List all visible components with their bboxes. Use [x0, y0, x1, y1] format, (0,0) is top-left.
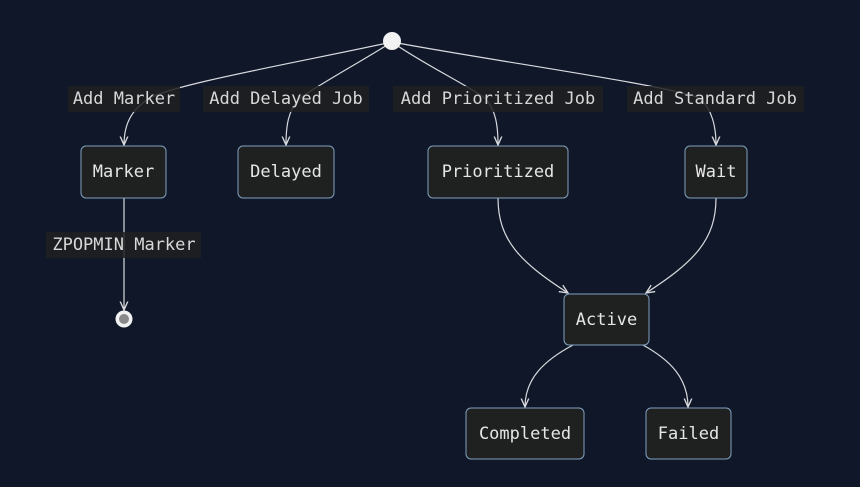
edge-label-zpopmin-marker-text: ZPOPMIN Marker: [52, 235, 195, 255]
state-prioritized-label: Prioritized: [442, 162, 555, 182]
edge-label-add-delayed-job: Add Delayed Job: [203, 86, 369, 112]
state-delayed-label: Delayed: [250, 162, 322, 182]
state-failed[interactable]: Failed: [645, 407, 732, 460]
edge-label-zpopmin-marker: ZPOPMIN Marker: [46, 232, 201, 258]
state-wait-label: Wait: [696, 162, 737, 182]
edge-label-add-standard-job-text: Add Standard Job: [633, 89, 797, 109]
end-state: [115, 310, 133, 328]
edge-label-add-marker: Add Marker: [68, 86, 180, 112]
edge-active-to-completed: [525, 344, 574, 407]
edge-prioritized-to-active: [497, 197, 568, 293]
state-marker[interactable]: Marker: [80, 145, 167, 199]
state-prioritized[interactable]: Prioritized: [427, 145, 569, 199]
state-delayed[interactable]: Delayed: [237, 145, 335, 199]
edge-label-add-standard-job: Add Standard Job: [627, 86, 804, 112]
state-marker-label: Marker: [93, 162, 154, 182]
edge-label-add-delayed-job-text: Add Delayed Job: [209, 89, 363, 109]
edge-active-to-failed: [642, 344, 688, 407]
edge-wait-to-active: [646, 197, 717, 293]
edge-label-add-prioritized-job: Add Prioritized Job: [393, 86, 603, 112]
state-completed-label: Completed: [479, 424, 571, 444]
state-diagram: Add Marker Add Delayed Job Add Prioritiz…: [46, 32, 804, 460]
state-failed-label: Failed: [658, 424, 719, 444]
state-active-label: Active: [576, 310, 637, 330]
edge-label-add-prioritized-job-text: Add Prioritized Job: [401, 89, 595, 109]
edge-label-add-marker-text: Add Marker: [73, 89, 175, 109]
state-completed[interactable]: Completed: [465, 407, 585, 460]
state-active[interactable]: Active: [563, 293, 650, 346]
start-state: [383, 32, 401, 50]
state-wait[interactable]: Wait: [684, 145, 748, 199]
